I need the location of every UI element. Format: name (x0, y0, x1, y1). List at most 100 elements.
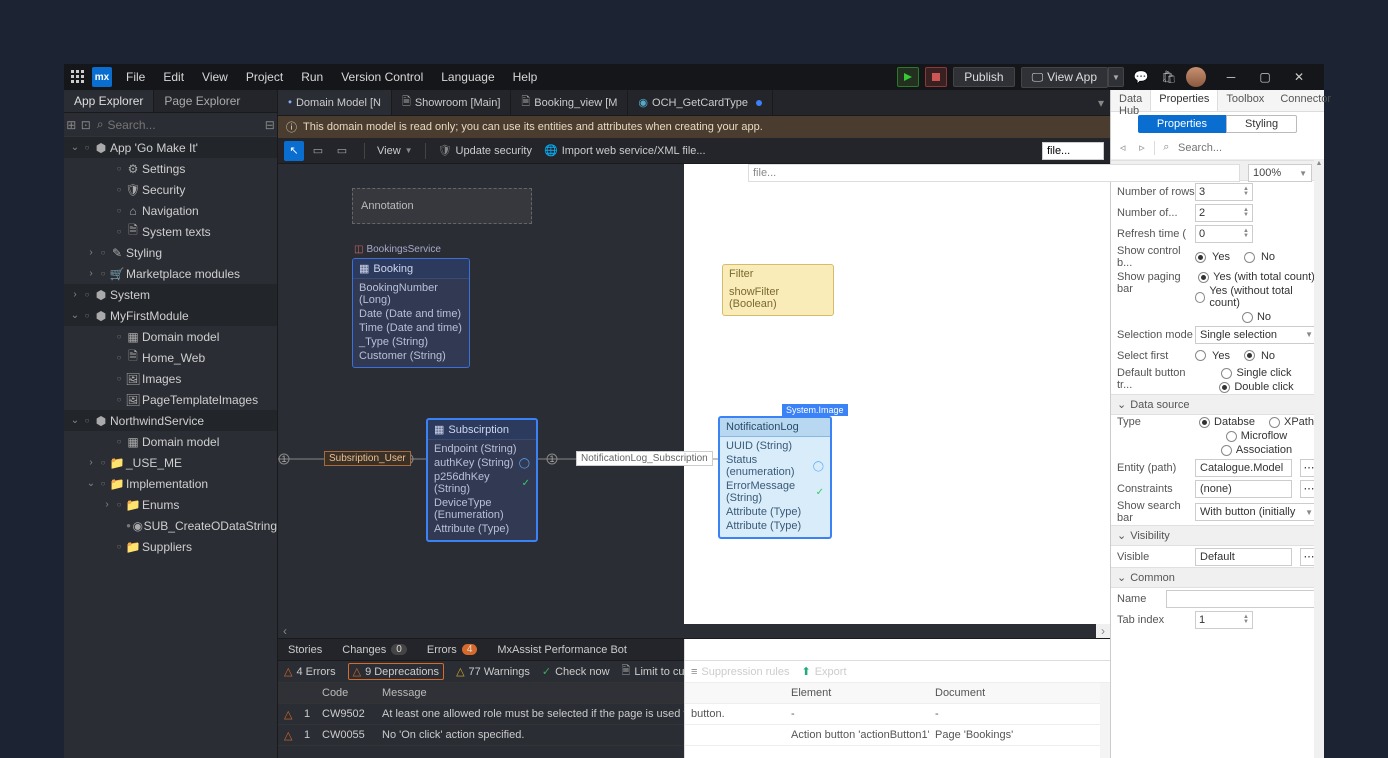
num-of-input[interactable]: 2▲▼ (1195, 204, 1253, 222)
tree-item[interactable]: ›○⬢System (64, 284, 277, 305)
tab-errors[interactable]: Errors4 (417, 644, 488, 656)
subtab-styling[interactable]: Styling (1226, 115, 1297, 133)
menu-run[interactable]: Run (301, 70, 323, 84)
explorer-search-input[interactable] (108, 118, 263, 132)
zoom-input-dark[interactable] (1042, 142, 1104, 160)
tab-index-input[interactable]: 1▲▼ (1195, 611, 1253, 629)
type-association-radio[interactable] (1221, 445, 1232, 456)
section-common[interactable]: ⌄Common (1111, 567, 1324, 588)
suppression-button-light[interactable]: ≡Suppression rules (691, 666, 789, 678)
run-play-button[interactable] (897, 67, 919, 87)
light-file-input[interactable]: file... (748, 164, 1240, 182)
menu-view[interactable]: View (202, 70, 228, 84)
rtab-data-hub[interactable]: Data Hub (1111, 90, 1150, 111)
window-minimize[interactable]: ─ (1220, 66, 1242, 88)
selection-mode-select[interactable]: Single selection▼ (1195, 326, 1318, 344)
search-bar-select[interactable]: With button (initially▼ (1195, 503, 1318, 521)
new-doc-icon[interactable]: ⊞ (64, 118, 79, 132)
rtab-connector[interactable]: Connector (1272, 90, 1339, 111)
new-folder-icon[interactable]: ⊡ (79, 118, 94, 132)
tree-item[interactable]: ›○🛒Marketplace modules (64, 263, 277, 284)
tree-item[interactable]: ›○✎Styling (64, 242, 277, 263)
subtab-properties[interactable]: Properties (1138, 115, 1226, 133)
trigger-single-radio[interactable] (1221, 368, 1232, 379)
tab-page-explorer[interactable]: Page Explorer (154, 90, 250, 112)
tab-app-explorer[interactable]: App Explorer (64, 90, 154, 112)
tree-item[interactable]: ○▦Domain model (64, 431, 277, 452)
apps-grid-icon[interactable] (64, 70, 92, 84)
num-rows-input[interactable]: 3▲▼ (1195, 183, 1253, 201)
zoom-select[interactable]: 100%▼ (1248, 164, 1312, 182)
scroll-right-icon[interactable]: › (1096, 624, 1110, 638)
tree-item[interactable]: ›○📁_USE_ME (64, 452, 277, 473)
section-data-source[interactable]: ⌄Data source (1111, 394, 1324, 415)
selfirst-no-radio[interactable] (1244, 350, 1255, 361)
tree-item[interactable]: ⌄○📁Implementation (64, 473, 277, 494)
window-close[interactable]: ✕ (1288, 66, 1310, 88)
refresh-input[interactable]: 0▲▼ (1195, 225, 1253, 243)
tree-item[interactable]: ›○📁Enums (64, 494, 277, 515)
rtab-properties[interactable]: Properties (1150, 90, 1218, 111)
showctrl-no-radio[interactable] (1244, 252, 1255, 263)
type-xpath-radio[interactable] (1269, 417, 1280, 428)
mendix-logo[interactable]: mx (92, 67, 112, 87)
import-web-button[interactable]: 🌐Import web service/XML file... (544, 144, 706, 157)
tool-entity[interactable]: ▭ (308, 141, 328, 161)
paging-opt2-radio[interactable] (1195, 292, 1205, 303)
canvas-scrollbar[interactable]: ‹ › (278, 624, 1110, 638)
tree-collapse-icon[interactable]: ⊟ (263, 118, 278, 132)
menu-file[interactable]: File (126, 70, 145, 84)
editor-tab-showroom[interactable]: 🗎Showroom [Main] (392, 90, 511, 115)
nav-back-icon[interactable]: ◃ (1115, 141, 1130, 154)
scroll-left-icon[interactable]: ‹ (278, 624, 292, 638)
tree-item[interactable]: ○⚙Settings (64, 158, 277, 179)
name-input[interactable] (1166, 590, 1318, 608)
tree-item[interactable]: ○🗎System texts (64, 221, 277, 242)
chat-icon[interactable]: 💬 (1130, 66, 1152, 88)
tree-item[interactable]: ○⌂Navigation (64, 200, 277, 221)
entity-booking[interactable]: ▦Booking BookingNumber (Long)Date (Date … (352, 258, 470, 368)
tree-item[interactable]: ⌄○⬢NorthwindService (64, 410, 277, 431)
tree-item[interactable]: ○▦Domain model (64, 326, 277, 347)
type-database-radio[interactable] (1199, 417, 1210, 428)
entity-notification-log[interactable]: NotificationLog UUID (String)Status (enu… (718, 416, 832, 539)
bottom-scrollbar[interactable] (1100, 683, 1110, 758)
menu-project[interactable]: Project (246, 70, 283, 84)
tree-item[interactable]: ○🛡Security (64, 179, 277, 200)
constraints-input[interactable]: (none) (1195, 480, 1292, 498)
view-app-button[interactable]: 🖵View App (1021, 67, 1108, 88)
paging-opt1-radio[interactable] (1198, 272, 1209, 283)
tree-item[interactable]: ○🖼PageTemplateImages (64, 389, 277, 410)
editor-tab-booking-view[interactable]: 🗎Booking_view [M (511, 90, 628, 115)
tree-item[interactable]: ●◉SUB_CreateODataString (64, 515, 277, 536)
filter-errors[interactable]: △4 Errors (284, 665, 336, 678)
paging-opt3-radio[interactable] (1242, 312, 1253, 323)
menu-version-control[interactable]: Version Control (341, 70, 423, 84)
store-icon[interactable]: 🛍 (1158, 66, 1180, 88)
properties-search-input[interactable] (1178, 142, 1320, 154)
type-microflow-radio[interactable] (1226, 431, 1237, 442)
view-app-dropdown[interactable]: ▼ (1108, 67, 1124, 87)
update-security-button[interactable]: 🛡Update security (438, 144, 532, 157)
publish-button[interactable]: Publish (953, 67, 1014, 87)
check-now-button[interactable]: ✓Check now (542, 665, 610, 678)
assoc-label-user[interactable]: Subsription_User (324, 451, 411, 466)
rtab-toolbox[interactable]: Toolbox (1218, 90, 1272, 111)
window-maximize[interactable]: ▢ (1254, 66, 1276, 88)
tool-arrow[interactable]: ↖ (284, 141, 304, 161)
selfirst-yes-radio[interactable] (1195, 350, 1206, 361)
tree-item[interactable]: ○📁Suppliers (64, 536, 277, 557)
tab-stories[interactable]: Stories (278, 644, 332, 656)
menu-language[interactable]: Language (441, 70, 494, 84)
editor-tab-domain-model[interactable]: ⬩Domain Model [N (278, 90, 392, 115)
assoc-label-notif[interactable]: NotificationLog_Subscription (576, 451, 713, 466)
entity-path-input[interactable]: Catalogue.Model (1195, 459, 1292, 477)
run-stop-button[interactable] (925, 67, 947, 87)
menu-help[interactable]: Help (513, 70, 538, 84)
tab-mxassist[interactable]: MxAssist Performance Bot (487, 644, 637, 656)
entity-subscription[interactable]: ▦Subscirption Endpoint (String)authKey (… (426, 418, 538, 542)
domain-model-canvas[interactable]: Annotation ◫BookingsService ▦Booking Boo… (278, 164, 1110, 638)
filter-warnings[interactable]: △77 Warnings (456, 665, 530, 678)
tree-item[interactable]: ○🗎Home_Web (64, 347, 277, 368)
filter-deprecations[interactable]: △9 Deprecations (348, 663, 444, 680)
